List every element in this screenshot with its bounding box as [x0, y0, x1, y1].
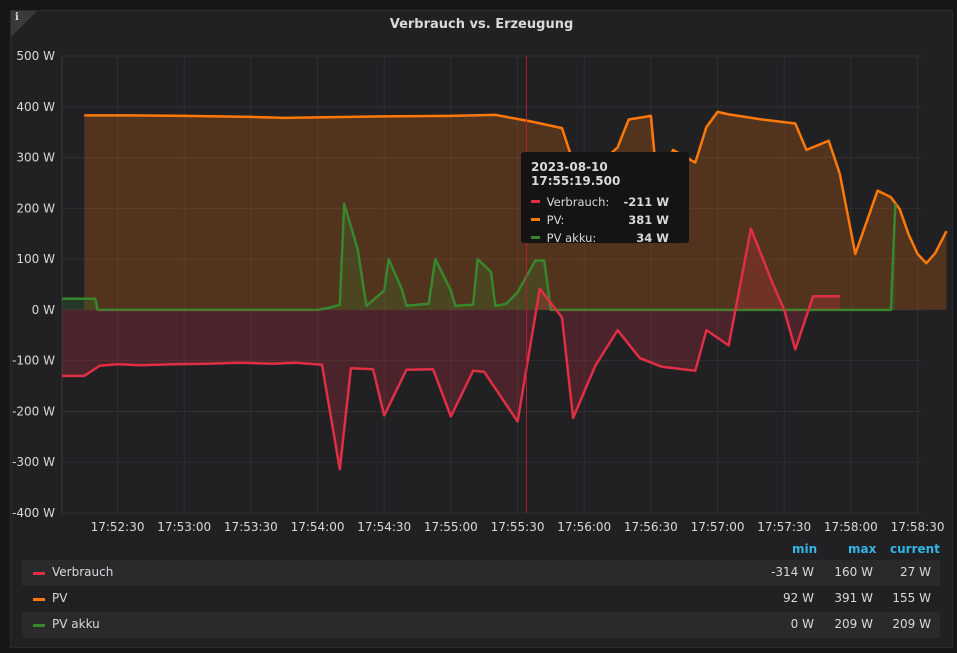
y-tick-label: -200 W	[12, 404, 55, 418]
legend-min-value: 0 W	[790, 617, 814, 631]
tooltip-row-pv-akku: PV akku: 34 W	[531, 229, 679, 247]
legend-item-pv[interactable]: PV 92 W 391 W 155 W	[22, 586, 940, 612]
y-axis: 500 W 400 W 300 W 200 W 100 W 0 W -100 W -200 W…	[12, 49, 55, 520]
legend-current-value: 155 W	[892, 591, 931, 605]
legend-current-value: 27 W	[900, 565, 931, 579]
y-tick-label: 300 W	[16, 151, 55, 165]
x-tick-label: 17:53:00	[157, 520, 211, 534]
y-tick-label: -400 W	[12, 506, 55, 520]
legend-item-pv-akku[interactable]: PV akku 0 W 209 W 209 W	[22, 612, 940, 638]
legend-header-max[interactable]: max	[848, 542, 876, 556]
legend-min-value: -314 W	[771, 565, 814, 579]
legend-swatch[interactable]	[33, 572, 45, 575]
x-tick-label: 17:55:00	[424, 520, 478, 534]
x-tick-label: 17:58:00	[824, 520, 878, 534]
tooltip-swatch	[531, 236, 540, 239]
legend-swatch[interactable]	[33, 624, 45, 627]
legend-header-min[interactable]: min	[792, 542, 817, 556]
tooltip-swatch	[531, 218, 540, 221]
legend-series-name[interactable]: Verbrauch	[52, 565, 113, 579]
legend-series-name[interactable]: PV akku	[52, 617, 100, 631]
tooltip-swatch	[531, 200, 540, 203]
legend-max-value: 209 W	[834, 617, 873, 631]
tooltip-series-name: PV:	[546, 213, 565, 227]
x-tick-label: 17:56:30	[624, 520, 678, 534]
legend-item-verbrauch[interactable]: Verbrauch -314 W 160 W 27 W	[22, 560, 940, 586]
x-tick-label: 17:57:00	[691, 520, 745, 534]
x-tick-label: 17:55:30	[491, 520, 545, 534]
y-tick-label: -300 W	[12, 455, 55, 469]
x-tick-label: 17:54:30	[357, 520, 411, 534]
legend-swatch[interactable]	[33, 598, 45, 601]
y-tick-label: -100 W	[12, 354, 55, 368]
series-area-pv	[84, 111, 947, 310]
legend-current-value: 209 W	[892, 617, 931, 631]
y-tick-label: 400 W	[16, 100, 55, 114]
x-tick-label: 17:54:00	[291, 520, 345, 534]
legend-series-name[interactable]: PV	[52, 591, 67, 605]
y-tick-label: 0 W	[32, 303, 55, 317]
x-axis: 17:52:30 17:53:00 17:53:30 17:54:00 17:54:30…	[91, 520, 945, 534]
x-tick-label: 17:58:30	[891, 520, 945, 534]
y-tick-label: 500 W	[16, 49, 55, 63]
x-tick-label: 17:57:30	[757, 520, 811, 534]
legend-header-current[interactable]: current	[890, 542, 940, 556]
tooltip-row-pv: PV: 381 W	[531, 211, 679, 229]
legend-max-value: 391 W	[834, 591, 873, 605]
tooltip-series-value: -211 W	[623, 195, 669, 209]
x-tick-label: 17:56:00	[557, 520, 611, 534]
tooltip-series-value: 381 W	[628, 213, 669, 227]
hover-tooltip: 2023-08-10 17:55:19.500 Verbrauch: -211 …	[521, 152, 689, 245]
legend-min-value: 92 W	[783, 591, 814, 605]
tooltip-series-value: 34 W	[636, 231, 669, 245]
x-tick-label: 17:52:30	[91, 520, 145, 534]
chart-series	[62, 110, 948, 471]
y-tick-label: 100 W	[16, 252, 55, 266]
legend-max-value: 160 W	[834, 565, 873, 579]
tooltip-series-name: PV akku:	[546, 231, 597, 245]
y-tick-label: 200 W	[16, 201, 55, 215]
tooltip-row-verbrauch: Verbrauch: -211 W	[531, 193, 679, 211]
x-tick-label: 17:53:30	[224, 520, 278, 534]
tooltip-time: 2023-08-10 17:55:19.500	[531, 160, 621, 188]
tooltip-series-name: Verbrauch:	[546, 195, 610, 209]
